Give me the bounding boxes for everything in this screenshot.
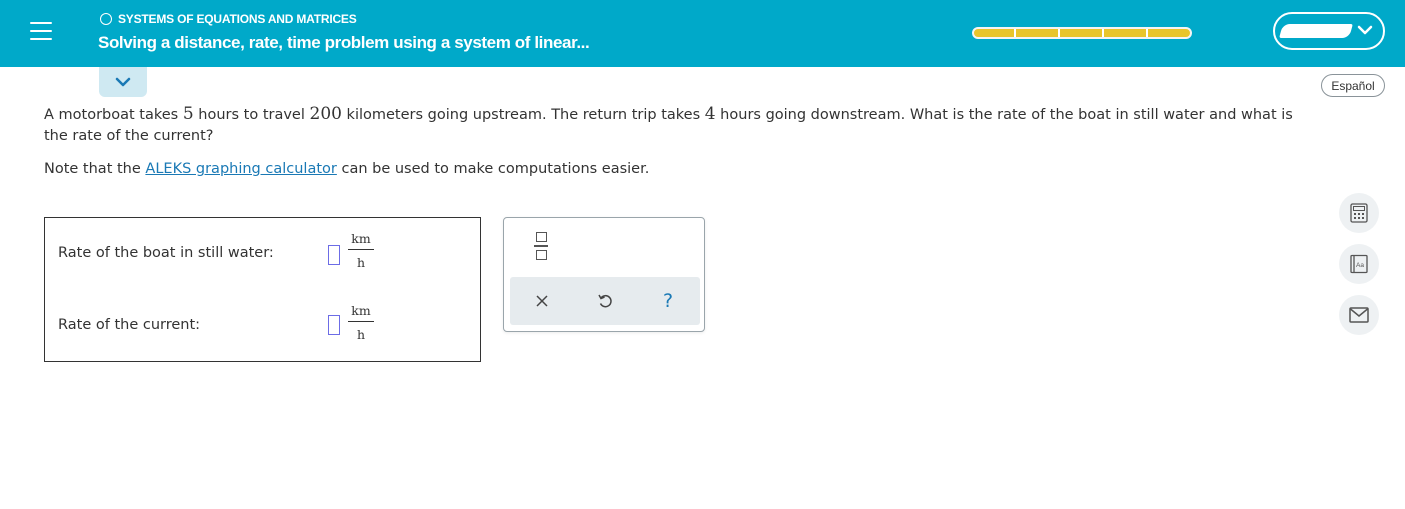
keypad-action-bar: ? <box>510 277 700 325</box>
help-icon: ? <box>662 290 674 312</box>
menu-icon[interactable] <box>30 22 52 44</box>
math-keypad: ? <box>503 217 705 332</box>
chevron-down-icon <box>115 77 131 87</box>
boat-rate-input[interactable] <box>328 245 340 265</box>
progress-bar <box>972 27 1192 39</box>
unit-numerator: km <box>351 303 371 318</box>
hours-upstream-value: 5 <box>182 104 194 124</box>
hours-downstream-value: 4 <box>704 104 716 124</box>
collapse-header-button[interactable] <box>99 67 147 97</box>
unit-denominator: h <box>356 327 366 342</box>
note-text: can be used to make computations easier. <box>336 161 650 177</box>
unit-fraction: km h <box>348 303 374 342</box>
undo-button[interactable] <box>587 287 623 315</box>
dictionary-icon: Aa <box>1350 254 1368 274</box>
undo-icon <box>598 294 612 308</box>
current-rate-label: Rate of the current: <box>58 317 201 333</box>
unit-denominator: h <box>356 255 366 270</box>
topic-status-circle-icon <box>100 13 112 25</box>
problem-text: kilometers going upstream. The return tr… <box>341 107 705 123</box>
fraction-icon[interactable] <box>532 232 550 264</box>
unit-numerator: km <box>351 231 371 246</box>
score-dropdown-button[interactable] <box>1273 12 1385 50</box>
calculator-icon <box>1350 203 1368 223</box>
graphing-calculator-link[interactable]: ALEKS graphing calculator <box>145 161 336 177</box>
x-icon <box>536 295 548 307</box>
note-text: Note that the <box>44 161 146 177</box>
calculator-button[interactable] <box>1339 193 1379 233</box>
clear-button[interactable] <box>524 287 560 315</box>
calculator-note: Note that the ALEKS graphing calculator … <box>44 159 649 180</box>
help-button[interactable]: ? <box>650 287 686 315</box>
redacted-scribble <box>1279 24 1353 38</box>
topic-label: SYSTEMS OF EQUATIONS AND MATRICES <box>118 12 357 26</box>
problem-statement: A motorboat takes 5 hours to travel 200 … <box>44 104 1294 147</box>
dictionary-button[interactable]: Aa <box>1339 244 1379 284</box>
answer-box: Rate of the boat in still water: km h Ra… <box>44 217 481 362</box>
unit-fraction: km h <box>348 231 374 270</box>
problem-text: hours to travel <box>193 107 310 123</box>
distance-value: 200 <box>309 104 342 124</box>
svg-text:Aa: Aa <box>1356 262 1364 269</box>
page-title: Solving a distance, rate, time problem u… <box>98 33 590 52</box>
chevron-down-icon <box>1355 20 1375 45</box>
mail-button[interactable] <box>1339 295 1379 335</box>
current-rate-input[interactable] <box>328 315 340 335</box>
boat-rate-label: Rate of the boat in still water: <box>58 245 274 261</box>
topic-breadcrumb[interactable]: SYSTEMS OF EQUATIONS AND MATRICES <box>100 12 357 26</box>
problem-text: A motorboat takes <box>44 107 183 123</box>
mail-icon <box>1349 307 1369 323</box>
top-bar: SYSTEMS OF EQUATIONS AND MATRICES Solvin… <box>0 0 1405 67</box>
espanol-button[interactable]: Español <box>1321 74 1385 97</box>
